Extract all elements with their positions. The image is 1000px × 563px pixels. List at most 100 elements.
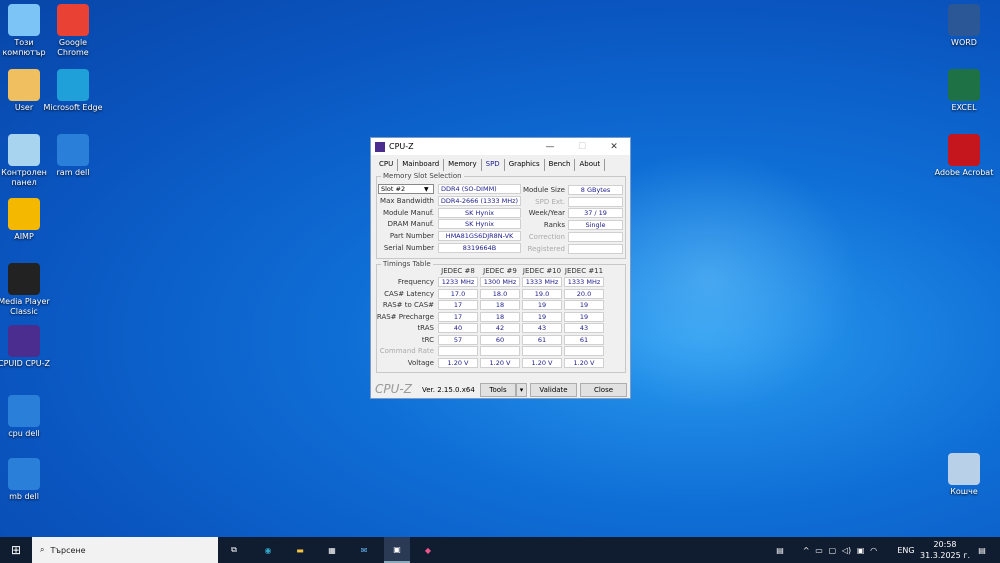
chevron-up-icon[interactable]: ^	[803, 546, 810, 555]
timing-value: 57	[438, 334, 478, 345]
column-header: JEDEC #11	[564, 267, 604, 275]
desktop-icon-label: AIMP	[14, 232, 34, 241]
tab-bench[interactable]: Bench	[545, 159, 576, 171]
desktop-icon[interactable]: ram dell	[43, 134, 103, 178]
news-icon[interactable]: ▤	[770, 537, 790, 563]
timing-value	[480, 346, 520, 356]
shortcut-icon	[57, 134, 89, 166]
edge-taskbar-icon[interactable]: ◉	[256, 537, 280, 563]
desktop-icon[interactable]: cpu dell	[0, 395, 54, 439]
desktop-icon-label: Google Chrome	[57, 38, 89, 57]
timing-value: 1.20 V	[522, 357, 562, 368]
desktop-icon[interactable]: Adobe Acrobat	[934, 134, 994, 178]
timing-value: 19	[522, 300, 562, 310]
memory-type: DDR4 (SO-DIMM)	[438, 184, 521, 194]
tab-about[interactable]: About	[575, 159, 606, 171]
desktop-icon[interactable]: Microsoft Edge	[43, 69, 103, 113]
field-label: SPD Ext.	[535, 197, 565, 206]
shortcut-icon	[8, 263, 40, 295]
time: 20:58	[933, 540, 957, 549]
field-value: 8 GBytes	[568, 185, 623, 195]
desktop-icon-label: ram dell	[56, 168, 90, 177]
validate-button[interactable]: Validate	[530, 383, 577, 397]
desktop-icon[interactable]: AIMP	[0, 198, 54, 242]
timing-value: 61	[522, 334, 562, 345]
meet-icon[interactable]: ▢	[829, 546, 837, 555]
shortcut-icon	[8, 69, 40, 101]
desktop-icon-label: CPUID CPU-Z	[0, 359, 50, 368]
desktop-icon[interactable]: CPUID CPU-Z	[0, 325, 54, 369]
system-tray[interactable]: ^ ▭ ▢ ◁) ▣ ◠	[800, 537, 880, 563]
cpuz-window: CPU-Z — ☐ ✕ CPU Mainboard Memory SPD Graphics B…	[370, 137, 631, 399]
desktop-icon-label: Microsoft Edge	[43, 103, 103, 112]
desktop-icon[interactable]: EXCEL	[934, 69, 994, 113]
cpuz-taskbar-icon[interactable]: ▣	[384, 537, 410, 563]
timing-value: 17	[438, 311, 478, 322]
clock[interactable]: 20:58 31.3.2025 г.	[920, 537, 970, 563]
task-view-icon[interactable]: ⧉	[222, 537, 246, 563]
start-button[interactable]: ⊞	[0, 537, 32, 563]
search-box[interactable]: ⌕ Търсене	[32, 537, 218, 563]
wifi-icon[interactable]: ◠	[870, 546, 877, 555]
notification-app-icon[interactable]: ▣	[857, 546, 865, 555]
desktop-icon-label: cpu dell	[8, 429, 40, 438]
timing-value: 1333 MHz	[564, 277, 604, 287]
volume-icon[interactable]: ◁)	[842, 546, 851, 555]
desktop-icon-label: Adobe Acrobat	[934, 168, 994, 177]
tools-button[interactable]: Tools	[480, 383, 516, 397]
field-label: Part Number	[389, 232, 434, 241]
action-center-icon[interactable]: ▤	[972, 537, 992, 563]
desktop-icon[interactable]: Media Player Classic	[0, 263, 54, 317]
field-label: Max Bandwidth	[380, 197, 434, 205]
field-value: SK Hynix	[438, 207, 521, 218]
tab-spd[interactable]: SPD	[481, 159, 505, 171]
timing-value: 20.0	[564, 288, 604, 299]
field-label: Correction	[528, 232, 565, 241]
app-taskbar-icon[interactable]: ◆	[416, 537, 440, 563]
timing-value: 1.20 V	[564, 357, 604, 368]
timing-value: 1.20 V	[480, 357, 520, 368]
maximize-button[interactable]: ☐	[566, 142, 598, 152]
desktop-icon[interactable]: mb dell	[0, 458, 54, 502]
chevron-down-icon[interactable]: ▼	[424, 186, 429, 193]
battery-icon[interactable]: ▭	[815, 546, 823, 555]
tools-dropdown-button[interactable]: ▾	[516, 383, 527, 397]
row-label: Voltage	[407, 358, 434, 367]
close-button[interactable]: Close	[580, 383, 627, 397]
title-bar[interactable]: CPU-Z — ☐ ✕	[371, 138, 630, 155]
desktop-icon[interactable]: Google Chrome	[43, 4, 103, 58]
close-window-button[interactable]: ✕	[598, 142, 630, 152]
timing-value	[522, 346, 562, 356]
desktop-icon[interactable]: Кошче	[934, 453, 994, 497]
row-label: CAS# Latency	[384, 289, 434, 298]
timing-value: 19	[564, 311, 604, 322]
field-value: 37 / 19	[568, 208, 623, 219]
column-header: JEDEC #9	[483, 267, 517, 275]
field-label: Serial Number	[383, 243, 434, 252]
mail-icon[interactable]: ✉	[352, 537, 376, 563]
store-icon[interactable]: ▦	[320, 537, 344, 563]
shortcut-icon	[948, 134, 980, 166]
timing-value: 1333 MHz	[522, 277, 562, 287]
desktop-icon-label: WORD	[951, 38, 977, 47]
group-caption: Timings Table	[381, 260, 433, 268]
timing-value: 42	[480, 323, 520, 333]
file-explorer-icon[interactable]: ▬	[288, 537, 312, 563]
timing-value: 43	[522, 323, 562, 333]
row-label: Command Rate	[379, 347, 434, 355]
tab-graphics[interactable]: Graphics	[505, 159, 545, 171]
shortcut-icon	[8, 395, 40, 427]
minimize-button[interactable]: —	[534, 142, 566, 152]
timing-value: 18.0	[480, 288, 520, 299]
desktop-icon[interactable]: WORD	[934, 4, 994, 48]
tab-memory[interactable]: Memory	[444, 159, 482, 171]
shortcut-icon	[8, 134, 40, 166]
timing-value: 19	[522, 311, 562, 322]
timing-value: 40	[438, 323, 478, 333]
field-value: Single	[568, 220, 623, 231]
tab-cpu[interactable]: CPU	[375, 159, 399, 171]
timing-value: 43	[564, 323, 604, 333]
language-indicator[interactable]: ENG	[893, 537, 919, 563]
tab-mainboard[interactable]: Mainboard	[398, 159, 445, 171]
shortcut-icon	[57, 4, 89, 36]
